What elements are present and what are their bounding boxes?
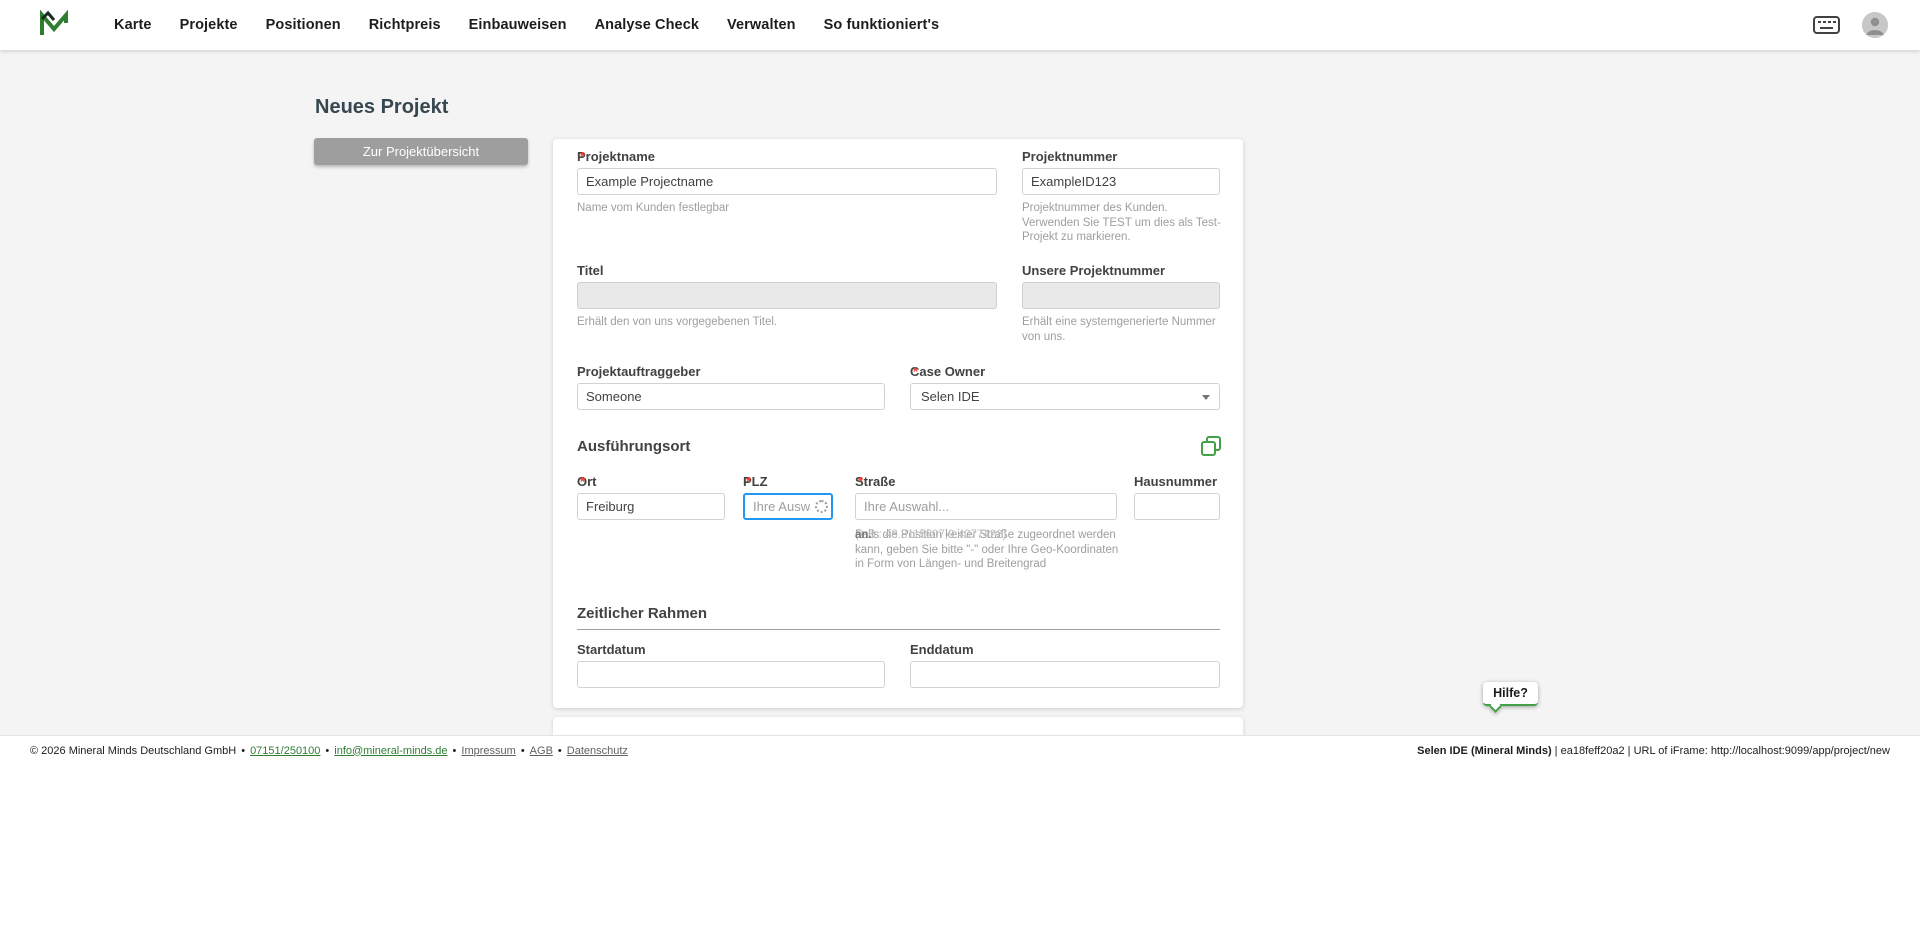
user-avatar[interactable] — [1862, 12, 1888, 38]
required-asterisk: * — [913, 364, 918, 379]
nav-item-so-funktionierts[interactable]: So funktioniert's — [824, 17, 940, 33]
strasse-helper-example: (z.B.: 48.8115607,9.4077422) — [855, 528, 1006, 543]
top-nav: Karte Projekte Positionen Richtpreis Ein… — [0, 0, 1920, 50]
strasse-helper-suffix: an. — [855, 528, 872, 543]
new-project-form-card: Projektname* Name vom Kunden festlegbar … — [553, 139, 1243, 708]
case-owner-label-text: Case Owner — [910, 364, 985, 379]
chevron-down-icon — [1202, 395, 1210, 400]
ausfuehrungsort-section-title: Ausführungsort — [577, 438, 690, 455]
hausnummer-label: Hausnummer — [1134, 474, 1217, 489]
nav-item-richtpreis[interactable]: Richtpreis — [369, 17, 441, 33]
footer-session-info: Selen IDE (Mineral Minds) | ea18feff20a2… — [1417, 745, 1890, 757]
help-button[interactable]: Hilfe? — [1483, 682, 1538, 706]
copyright-text: © 2026 Mineral Minds Deutschland GmbH — [30, 745, 236, 757]
nav-item-projekte[interactable]: Projekte — [180, 17, 238, 33]
projektname-input[interactable] — [577, 168, 997, 195]
nav-right-icons — [1813, 12, 1888, 38]
projektnummer-input[interactable] — [1022, 168, 1220, 195]
nav-item-karte[interactable]: Karte — [114, 17, 152, 33]
unsere-projektnummer-helper: Erhält eine systemgenerierte Nummer von … — [1022, 315, 1222, 344]
separator-dot: • — [558, 745, 562, 757]
phone-link[interactable]: 07151/250100 — [250, 745, 320, 757]
required-asterisk: * — [580, 474, 585, 489]
app-root: Karte Projekte Positionen Richtpreis Ein… — [0, 0, 1920, 943]
back-to-project-overview-button[interactable]: Zur Projektübersicht — [314, 138, 528, 165]
titel-input — [577, 282, 997, 309]
projektnummer-label: Projektnummer — [1022, 149, 1117, 164]
person-icon — [1862, 12, 1888, 38]
loading-spinner-icon — [815, 500, 828, 513]
help-button-label: Hilfe? — [1493, 686, 1528, 700]
separator-dot: • — [453, 745, 457, 757]
required-asterisk: * — [858, 474, 863, 489]
zeitlicher-rahmen-section-title: Zeitlicher Rahmen — [577, 605, 707, 622]
separator-dot: • — [325, 745, 329, 757]
startdatum-label: Startdatum — [577, 642, 646, 657]
separator-dot: • — [241, 745, 245, 757]
unsere-projektnummer-label: Unsere Projektnummer — [1022, 263, 1165, 278]
enddatum-input[interactable] — [910, 661, 1220, 688]
footer: © 2026 Mineral Minds Deutschland GmbH • … — [0, 735, 1920, 765]
footer-left: © 2026 Mineral Minds Deutschland GmbH • … — [30, 745, 628, 757]
projektauftraggeber-input[interactable] — [577, 383, 885, 410]
projektname-helper: Name vom Kunden festlegbar — [577, 201, 997, 216]
section-divider — [577, 629, 1220, 630]
required-asterisk: * — [580, 149, 585, 164]
projektname-label-text: Projektname — [577, 149, 655, 164]
nav-item-verwalten[interactable]: Verwalten — [727, 17, 796, 33]
projektauftraggeber-label: Projektauftraggeber — [577, 364, 701, 379]
page-title: Neues Projekt — [315, 96, 448, 119]
logo-icon — [38, 9, 70, 41]
required-asterisk: * — [746, 474, 751, 489]
projektnummer-helper: Projektnummer des Kunden. Verwenden Sie … — [1022, 201, 1222, 245]
case-owner-select[interactable]: Selen IDE — [910, 383, 1220, 410]
datenschutz-link[interactable]: Datenschutz — [567, 745, 628, 757]
keyboard-icon[interactable] — [1813, 16, 1840, 34]
titel-label: Titel — [577, 263, 604, 278]
brand-logo[interactable] — [38, 8, 70, 42]
next-card-preview — [553, 717, 1243, 737]
ort-input[interactable] — [577, 493, 725, 520]
case-owner-selected-value: Selen IDE — [921, 389, 1209, 404]
enddatum-label: Enddatum — [910, 642, 974, 657]
email-link[interactable]: info@mineral-minds.de — [334, 745, 447, 757]
titel-helper: Erhält den von uns vorgegebenen Titel. — [577, 315, 997, 330]
copy-icon[interactable] — [1200, 435, 1222, 457]
separator-dot: • — [521, 745, 525, 757]
session-user: Selen IDE (Mineral Minds) — [1417, 745, 1551, 757]
main-nav: Karte Projekte Positionen Richtpreis Ein… — [114, 17, 939, 33]
impressum-link[interactable]: Impressum — [461, 745, 515, 757]
nav-item-positionen[interactable]: Positionen — [266, 17, 341, 33]
hausnummer-input[interactable] — [1134, 493, 1220, 520]
session-details: | ea18feff20a2 | URL of iFrame: http://l… — [1552, 745, 1890, 757]
nav-item-analyse-check[interactable]: Analyse Check — [595, 17, 699, 33]
agb-link[interactable]: AGB — [530, 745, 553, 757]
nav-item-einbauweisen[interactable]: Einbauweisen — [469, 17, 567, 33]
unsere-projektnummer-input — [1022, 282, 1220, 309]
startdatum-input[interactable] — [577, 661, 885, 688]
strasse-input[interactable] — [855, 493, 1117, 520]
